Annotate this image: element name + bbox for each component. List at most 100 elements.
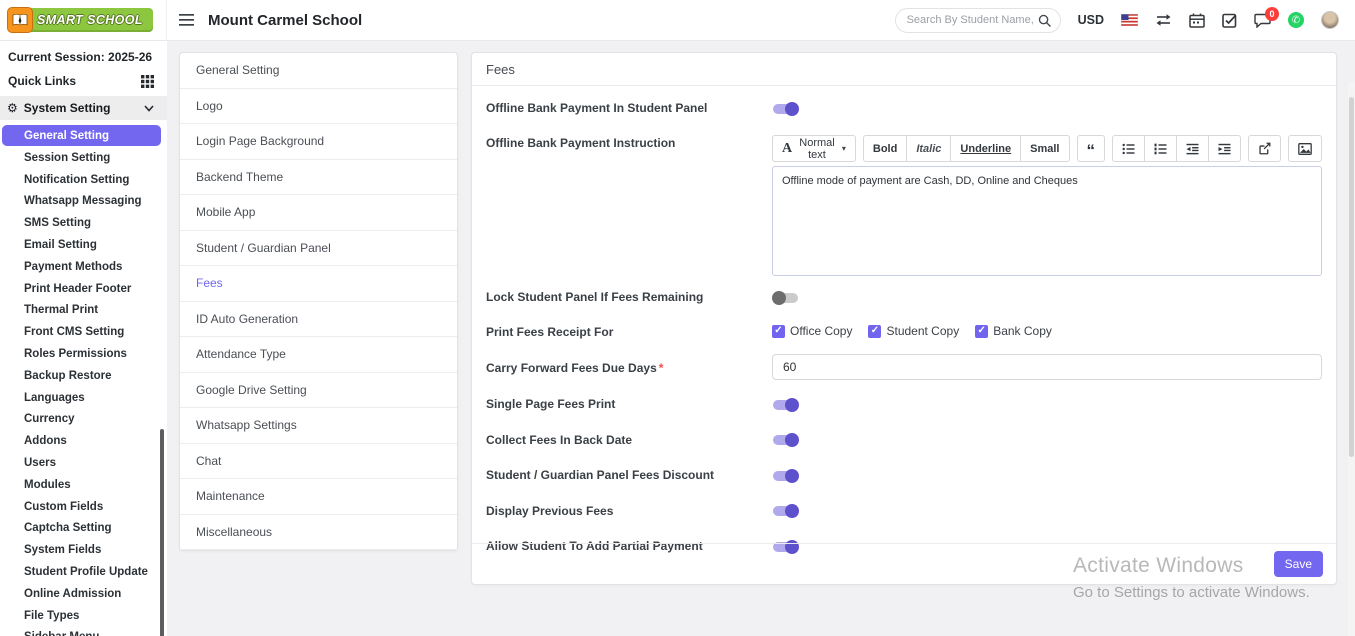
- sidebar-section-system-setting[interactable]: ⚙ System Setting: [0, 96, 167, 120]
- sidebar-item[interactable]: File Types: [0, 605, 167, 627]
- settings-tab[interactable]: Logo: [180, 89, 457, 125]
- settings-tab[interactable]: Login Page Background: [180, 124, 457, 160]
- chevron-down-icon: [144, 105, 154, 112]
- sidebar-item[interactable]: Student Profile Update: [0, 561, 167, 583]
- settings-tab[interactable]: Fees: [180, 266, 457, 302]
- quick-links[interactable]: Quick Links: [0, 71, 167, 96]
- sidebar-item[interactable]: Modules: [0, 474, 167, 496]
- sidebar-item[interactable]: Roles Permissions: [0, 343, 167, 365]
- sidebar-item[interactable]: Users: [0, 452, 167, 474]
- sidebar-item[interactable]: Languages: [0, 387, 167, 409]
- toggle-knob: [785, 469, 799, 483]
- language-flag-icon[interactable]: [1121, 14, 1138, 26]
- settings-tab[interactable]: Mobile App: [180, 195, 457, 231]
- toggle-knob: [785, 504, 799, 518]
- sidebar-item[interactable]: SMS Setting: [0, 212, 167, 234]
- toggle-switch[interactable]: [772, 433, 800, 447]
- sidebar: Current Session: 2025-26 Quick Links ⚙ S…: [0, 41, 167, 636]
- sidebar-item[interactable]: Currency: [0, 409, 167, 431]
- checkbox[interactable]: [772, 325, 785, 338]
- session-switch-icon[interactable]: [1155, 13, 1172, 27]
- outdent-icon: [1186, 143, 1199, 155]
- sidebar-scrollbar[interactable]: [160, 429, 164, 636]
- sidebar-item[interactable]: Custom Fields: [0, 496, 167, 518]
- checkbox[interactable]: [975, 325, 988, 338]
- sidebar-item[interactable]: Print Header Footer: [0, 278, 167, 300]
- settings-tab[interactable]: ID Auto Generation: [180, 302, 457, 338]
- settings-tab[interactable]: Chat: [180, 444, 457, 480]
- sidebar-item[interactable]: Payment Methods: [0, 256, 167, 278]
- ordered-list-button[interactable]: [1144, 135, 1177, 162]
- sidebar-item-label: General Setting: [24, 130, 109, 142]
- sidebar-item[interactable]: Sidebar Menu: [0, 627, 167, 636]
- page-scrollbar[interactable]: [1348, 82, 1355, 636]
- blockquote-button[interactable]: “: [1077, 135, 1106, 162]
- search-input[interactable]: [907, 14, 1038, 26]
- sidebar-item[interactable]: Session Setting: [0, 147, 167, 169]
- sidebar-item-label: Custom Fields: [24, 501, 103, 513]
- search-icon[interactable]: [1038, 14, 1051, 27]
- sidebar-item-label: Student Profile Update: [24, 566, 148, 578]
- toggle-knob: [785, 102, 799, 116]
- sidebar-item[interactable]: Thermal Print: [0, 300, 167, 322]
- sidebar-item[interactable]: Front CMS Setting: [0, 321, 167, 343]
- offline-bank-payment-toggle[interactable]: [772, 102, 800, 116]
- checkbox[interactable]: [868, 325, 881, 338]
- sidebar-item-label: Print Header Footer: [24, 283, 131, 295]
- settings-tab[interactable]: General Setting: [180, 53, 457, 89]
- settings-tab[interactable]: Miscellaneous: [180, 515, 457, 551]
- font-style-dropdown[interactable]: A Normal text ▾: [772, 135, 856, 162]
- share-link-icon: [1258, 142, 1271, 155]
- settings-tab[interactable]: Backend Theme: [180, 160, 457, 196]
- outdent-button[interactable]: [1176, 135, 1209, 162]
- calendar-icon[interactable]: [1189, 13, 1205, 28]
- field-label: Single Page Fees Print: [486, 396, 772, 411]
- sidebar-item[interactable]: Addons: [0, 430, 167, 452]
- hamburger-menu-icon[interactable]: [179, 14, 194, 26]
- sidebar-item[interactable]: Email Setting: [0, 234, 167, 256]
- sidebar-item-label: Addons: [24, 435, 67, 447]
- unordered-list-button[interactable]: [1112, 135, 1145, 162]
- settings-tab-label: General Setting: [196, 63, 279, 77]
- save-button[interactable]: Save: [1274, 551, 1323, 577]
- user-avatar[interactable]: [1321, 11, 1339, 29]
- sidebar-item[interactable]: Captcha Setting: [0, 518, 167, 540]
- underline-button[interactable]: Underline: [950, 135, 1021, 162]
- insert-image-button[interactable]: [1288, 135, 1322, 162]
- field-row-toggle: Display Previous Fees: [486, 503, 1322, 521]
- receipt-copy-option[interactable]: Bank Copy: [975, 324, 1052, 338]
- settings-tab[interactable]: Student / Guardian Panel: [180, 231, 457, 267]
- app-logo[interactable]: SMART SCHOOL: [9, 8, 153, 32]
- settings-tab[interactable]: Attendance Type: [180, 337, 457, 373]
- bold-button[interactable]: Bold: [863, 135, 907, 162]
- carry-forward-days-input[interactable]: [772, 354, 1322, 380]
- offline-instruction-editor[interactable]: Offline mode of payment are Cash, DD, On…: [772, 166, 1322, 276]
- receipt-copy-option[interactable]: Office Copy: [772, 324, 852, 338]
- tasks-icon[interactable]: [1222, 13, 1237, 28]
- italic-button[interactable]: Italic: [906, 135, 951, 162]
- currency-selector[interactable]: USD: [1078, 13, 1104, 27]
- sidebar-item[interactable]: Backup Restore: [0, 365, 167, 387]
- toggle-switch[interactable]: [772, 398, 800, 412]
- student-search-box[interactable]: [895, 8, 1061, 33]
- sidebar-item[interactable]: System Fields: [0, 539, 167, 561]
- small-text-button[interactable]: Small: [1020, 135, 1069, 162]
- sidebar-item-label: Modules: [24, 479, 71, 491]
- whatsapp-icon[interactable]: ✆: [1288, 12, 1304, 28]
- sidebar-item[interactable]: Whatsapp Messaging: [0, 191, 167, 213]
- settings-tab[interactable]: Google Drive Setting: [180, 373, 457, 409]
- sidebar-item[interactable]: General Setting: [2, 125, 161, 146]
- receipt-copy-option[interactable]: Student Copy: [868, 324, 959, 338]
- lock-student-panel-toggle[interactable]: [772, 291, 800, 305]
- toggle-switch[interactable]: [772, 469, 800, 483]
- settings-tab[interactable]: Maintenance: [180, 479, 457, 515]
- share-link-button[interactable]: [1248, 135, 1281, 162]
- messages-icon[interactable]: 0: [1254, 13, 1271, 28]
- gears-icon: ⚙: [7, 102, 18, 114]
- indent-button[interactable]: [1208, 135, 1241, 162]
- sidebar-item[interactable]: Online Admission: [0, 583, 167, 605]
- page-scrollbar-thumb[interactable]: [1349, 97, 1354, 457]
- toggle-switch[interactable]: [772, 504, 800, 518]
- settings-tab[interactable]: Whatsapp Settings: [180, 408, 457, 444]
- sidebar-item[interactable]: Notification Setting: [0, 169, 167, 191]
